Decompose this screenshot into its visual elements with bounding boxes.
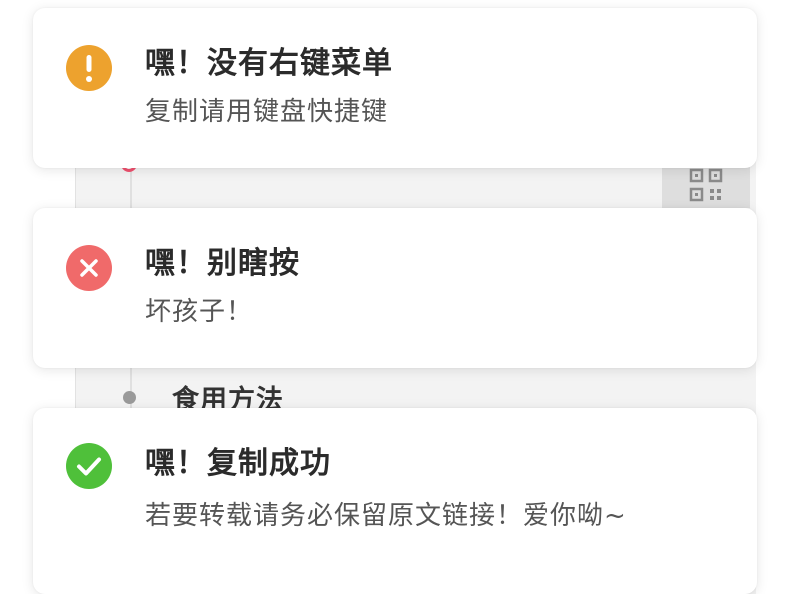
notification-success: 嘿！复制成功 若要转载请务必保留原文链接！爱你呦~ <box>33 408 757 594</box>
exclamation-icon <box>66 45 112 91</box>
notification-warning: 嘿！没有右键菜单 复制请用键盘快捷键 <box>33 8 757 168</box>
notification-title: 嘿！别瞎按 <box>145 246 300 281</box>
notification-error: 嘿！别瞎按 坏孩子！ <box>33 208 757 368</box>
page: 食用方法 嘿！没有右键菜单 复制请用键盘快捷键 嘿！别瞎按 坏孩子！ 嘿！复制成… <box>0 0 800 594</box>
qr-code-icon[interactable] <box>662 162 750 208</box>
notification-title: 嘿！复制成功 <box>145 446 331 481</box>
notification-message: 坏孩子！ <box>145 297 254 327</box>
notification-title: 嘿！没有右键菜单 <box>145 46 393 81</box>
timeline-dot <box>123 391 136 404</box>
check-icon <box>66 443 112 489</box>
notification-message: 若要转载请务必保留原文链接！爱你呦~ <box>145 501 627 531</box>
close-icon <box>66 245 112 291</box>
notification-message: 复制请用键盘快捷键 <box>145 97 389 127</box>
